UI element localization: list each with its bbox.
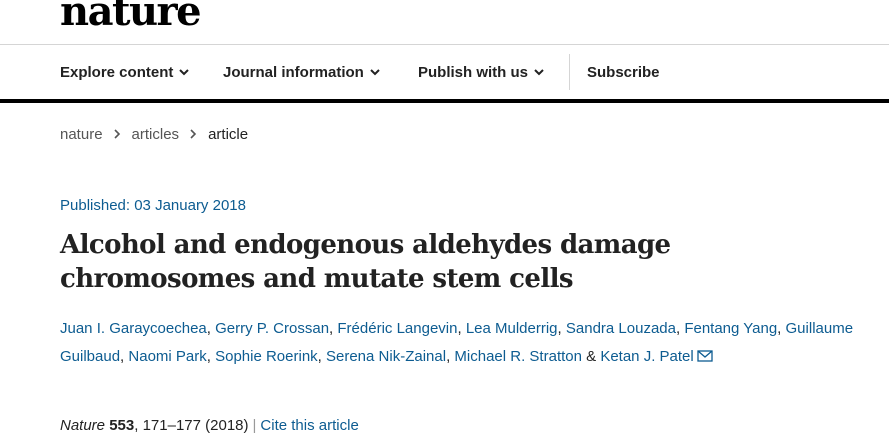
author-link[interactable]: Gerry P. Crossan: [215, 320, 329, 337]
author-link[interactable]: Michael R. Stratton: [454, 348, 582, 365]
author-separator: ,: [120, 348, 125, 365]
logo-bar: nature: [0, 0, 889, 45]
author-link[interactable]: Serena Nik-Zainal: [326, 348, 446, 365]
citation-line: Nature 553, 171–177 (2018) | Cite this art…: [60, 417, 359, 434]
author-link[interactable]: Frédéric Langevin: [337, 320, 457, 337]
published-date: Published: 03 January 2018: [60, 197, 246, 214]
chevron-down-icon: [370, 69, 380, 76]
nav-explore-content[interactable]: Explore content: [60, 45, 190, 99]
nav-publish-with-us[interactable]: Publish with us: [418, 45, 545, 99]
nature-logo[interactable]: nature: [60, 0, 202, 34]
citation-volume: 553: [109, 417, 135, 434]
author-separator: ,: [675, 320, 681, 337]
author-separator: ,: [317, 348, 322, 365]
chevron-right-icon: [113, 129, 120, 139]
author-separator: ,: [457, 320, 462, 337]
main-nav: Explore content Journal information Publ…: [0, 45, 889, 99]
author-separator: ,: [206, 348, 211, 365]
author-separator: ,: [329, 320, 334, 337]
author-and: &: [586, 348, 597, 365]
chevron-right-icon: [190, 129, 197, 139]
article-title: Alcohol and endogenous aldehydes damage …: [60, 230, 671, 294]
cite-this-article-link[interactable]: Cite this article: [260, 417, 358, 434]
author-link[interactable]: Sophie Roerink: [215, 348, 318, 365]
author-link[interactable]: Naomi Park: [128, 348, 206, 365]
author-list: Juan I. Garaycoechea, Gerry P. Crossan, …: [60, 315, 860, 371]
breadcrumb-current: article: [208, 125, 249, 143]
envelope-icon[interactable]: [697, 350, 713, 362]
nav-rule: [0, 99, 889, 103]
subscribe-link[interactable]: Subscribe: [587, 45, 660, 99]
nav-journal-information-label: Journal information: [223, 63, 364, 81]
author-separator: ,: [446, 348, 451, 365]
author-link[interactable]: Ketan J. Patel: [600, 348, 693, 365]
author-separator: ,: [777, 320, 782, 337]
breadcrumb: nature articles article: [60, 124, 248, 144]
nav-journal-information[interactable]: Journal information: [223, 45, 381, 99]
subscribe-label: Subscribe: [587, 63, 660, 81]
author-link[interactable]: Juan I. Garaycoechea: [60, 320, 207, 337]
citation-journal: Nature: [60, 417, 106, 434]
chevron-down-icon: [179, 69, 190, 76]
citation-year: (2018): [205, 417, 249, 434]
breadcrumb-articles[interactable]: articles: [132, 126, 180, 143]
author-link[interactable]: Sandra Louzada: [566, 320, 676, 337]
author-separator: ,: [206, 320, 211, 337]
chevron-down-icon: [534, 69, 544, 76]
nav-publish-with-us-label: Publish with us: [418, 63, 529, 81]
author-link[interactable]: Lea Mulderrig: [466, 320, 558, 337]
author-separator: ,: [557, 320, 562, 337]
citation-pages: 171–177: [142, 417, 201, 434]
citation-separator: |: [252, 417, 257, 434]
breadcrumb-nature[interactable]: nature: [60, 126, 103, 143]
nav-explore-content-label: Explore content: [60, 63, 174, 81]
nav-divider: [569, 54, 570, 90]
author-link[interactable]: Fentang Yang: [684, 320, 777, 337]
